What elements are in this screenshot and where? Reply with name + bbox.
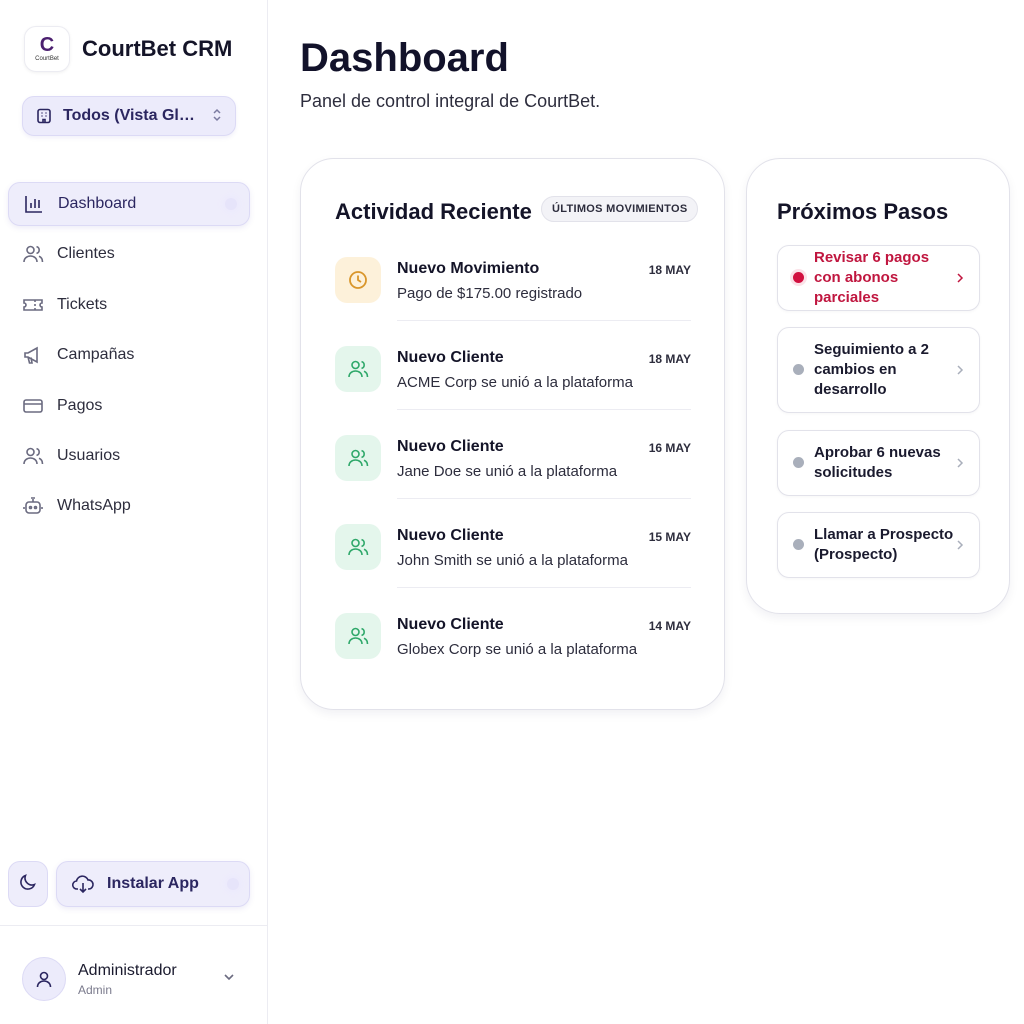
activity-date: 18 MAY	[648, 263, 691, 277]
sidebar-item-pagos[interactable]: Pagos	[8, 384, 250, 428]
next-step-item[interactable]: Aprobar 6 nuevas solicitudes	[777, 430, 980, 496]
next-step-text: Revisar 6 pagos con abonos parciales	[814, 249, 930, 306]
next-step-item[interactable]: Revisar 6 pagos con abonos parciales	[777, 245, 980, 311]
activity-date: 15 MAY	[648, 530, 691, 544]
sidebar-item-label: Dashboard	[58, 195, 137, 212]
install-app-label: Instalar App	[107, 875, 199, 892]
users-icon	[335, 435, 381, 481]
users-icon	[335, 524, 381, 570]
brand[interactable]: C CourtBet CourtBet CRM	[24, 26, 232, 72]
install-app-button[interactable]: Instalar App	[56, 861, 250, 907]
avatar	[22, 957, 66, 1001]
activity-title: Nuevo Movimiento	[397, 260, 540, 277]
cloud-download-icon	[71, 872, 95, 896]
sidebar-item-label: WhatsApp	[57, 497, 131, 515]
recent-activity-tag: ÚLTIMOS MOVIMIENTOS	[541, 196, 699, 222]
activity-description: Globex Corp se unió a la plataforma	[397, 641, 638, 658]
page-subtitle: Panel de control integral de CourtBet.	[300, 91, 601, 111]
theme-toggle-button[interactable]	[8, 861, 48, 907]
status-dot	[793, 364, 804, 375]
sidebar-item-dashboard[interactable]: Dashboard	[8, 182, 250, 226]
activity-title: Nuevo Cliente	[397, 616, 504, 633]
install-indicator	[227, 878, 239, 890]
list-item[interactable]: Nuevo Movimiento 18 MAY Pago de $175.00 …	[335, 257, 691, 346]
next-steps-title: Próximos Pasos	[777, 199, 949, 224]
list-item[interactable]: Nuevo Cliente 16 MAY Jane Doe se unió a …	[335, 435, 691, 524]
page-title: Dashboard	[300, 36, 509, 80]
users-icon	[22, 243, 44, 265]
chevron-down-icon	[222, 970, 236, 989]
sidebar-item-label: Usuarios	[57, 446, 121, 464]
user-icon	[34, 969, 54, 989]
activity-title: Nuevo Cliente	[397, 438, 504, 455]
chevron-right-icon	[955, 454, 965, 475]
status-dot	[793, 457, 804, 468]
activity-title: Nuevo Cliente	[397, 527, 504, 544]
logo-text: CourtBet	[35, 56, 59, 62]
credit-card-icon	[22, 395, 44, 417]
chevron-right-icon	[955, 536, 965, 557]
activity-list: Nuevo Movimiento 18 MAY Pago de $175.00 …	[335, 257, 691, 702]
list-item[interactable]: Nuevo Cliente 14 MAY Globex Corp se unió…	[335, 613, 691, 702]
sidebar-item-whatsapp[interactable]: WhatsApp	[8, 484, 250, 528]
next-step-text: Llamar a Prospecto (Prospecto)	[814, 526, 954, 563]
scope-selector[interactable]: Todos (Vista Global)	[22, 96, 236, 136]
bot-icon	[22, 495, 44, 517]
next-step-item[interactable]: Llamar a Prospecto (Prospecto)	[777, 512, 980, 578]
sidebar-item-label: Clientes	[57, 245, 115, 263]
recent-activity-card: Actividad Reciente ÚLTIMOS MOVIMIENTOS N…	[300, 158, 725, 710]
activity-date: 14 MAY	[648, 619, 691, 633]
chevron-right-icon	[955, 269, 965, 290]
divider	[397, 498, 691, 499]
activity-description: Jane Doe se unió a la plataforma	[397, 463, 618, 480]
list-item[interactable]: Nuevo Cliente 18 MAY ACME Corp se unió a…	[335, 346, 691, 435]
chevron-right-icon	[955, 361, 965, 382]
next-steps-card: Próximos Pasos Revisar 6 pagos con abono…	[746, 158, 1010, 614]
status-dot	[793, 539, 804, 550]
active-indicator	[225, 198, 237, 210]
app-name: CourtBet CRM	[82, 36, 233, 61]
user-role: Admin	[78, 982, 113, 997]
activity-title: Nuevo Cliente	[397, 349, 504, 366]
divider	[0, 925, 267, 926]
status-dot	[793, 272, 804, 283]
sidebar-item-label: Tickets	[57, 295, 108, 313]
activity-date: 16 MAY	[648, 441, 691, 455]
bar-chart-icon	[23, 193, 45, 215]
sidebar-item-label: Campañas	[57, 346, 135, 364]
logo-letter: C	[39, 34, 55, 56]
users-icon	[22, 445, 44, 467]
chevrons-up-down-icon	[211, 107, 223, 126]
sidebar-item-campanas[interactable]: Campañas	[8, 333, 250, 377]
sidebar-item-clientes[interactable]: Clientes	[8, 232, 250, 276]
divider	[397, 320, 691, 321]
building-icon	[35, 107, 53, 125]
megaphone-icon	[22, 344, 44, 366]
ticket-icon	[22, 294, 44, 316]
sidebar-nav: Dashboard Clientes Tickets Campañas Pago…	[8, 182, 250, 535]
sidebar-item-tickets[interactable]: Tickets	[8, 283, 250, 327]
activity-date: 18 MAY	[648, 352, 691, 366]
divider	[397, 409, 691, 410]
next-step-text: Aprobar 6 nuevas solicitudes	[814, 444, 941, 481]
activity-description: Pago de $175.00 registrado	[397, 285, 583, 302]
activity-description: John Smith se unió a la plataforma	[397, 552, 628, 569]
moon-icon	[18, 872, 38, 897]
activity-description: ACME Corp se unió a la plataforma	[397, 374, 633, 391]
user-menu[interactable]: Administrador Admin	[22, 956, 242, 1002]
recent-activity-title: Actividad Reciente	[335, 199, 532, 224]
sidebar-item-label: Pagos	[57, 396, 103, 414]
sidebar-item-usuarios[interactable]: Usuarios	[8, 434, 250, 478]
app-logo: C CourtBet	[24, 26, 70, 72]
users-icon	[335, 613, 381, 659]
list-item[interactable]: Nuevo Cliente 15 MAY John Smith se unió …	[335, 524, 691, 613]
users-icon	[335, 346, 381, 392]
sidebar: C CourtBet CourtBet CRM Todos (Vista Glo…	[0, 0, 268, 1024]
scope-label: Todos (Vista Global)	[63, 107, 203, 124]
next-step-text: Seguimiento a 2 cambios en desarrollo	[814, 341, 930, 398]
clock-icon	[335, 257, 381, 303]
divider	[397, 587, 691, 588]
next-step-item[interactable]: Seguimiento a 2 cambios en desarrollo	[777, 327, 980, 413]
user-name: Administrador	[78, 961, 177, 979]
